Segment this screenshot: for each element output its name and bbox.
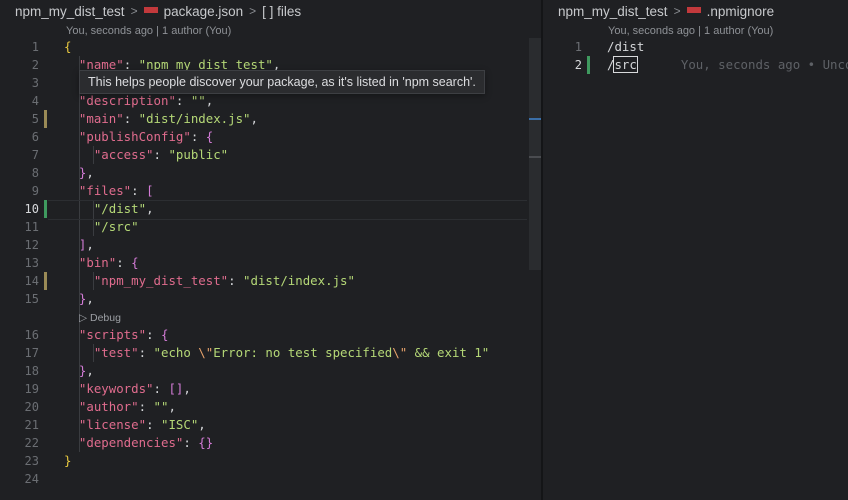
json-key: "publishConfig" — [78, 129, 191, 144]
json-key: "dependencies" — [78, 435, 184, 450]
json-key: "keywords" — [78, 381, 154, 396]
line-number: 15 — [24, 292, 39, 306]
overview-ruler-marker — [529, 118, 541, 120]
breadcrumb: npm_my_dist_test > package.json > [ ] fi… — [15, 0, 301, 22]
breadcrumb: npm_my_dist_test > .npmignore — [558, 0, 774, 22]
json-key: "author" — [78, 399, 139, 414]
breadcrumb-symbol[interactable]: [ ] files — [262, 4, 301, 19]
json-key: "access" — [93, 147, 154, 162]
ignore-entry: /dist — [607, 39, 645, 54]
hover-tooltip: This helps people discover your package,… — [79, 70, 485, 94]
chevron-right-icon: > — [249, 4, 257, 18]
breadcrumb-folder[interactable]: npm_my_dist_test — [15, 4, 125, 19]
chevron-right-icon: > — [673, 4, 681, 18]
json-value: "public" — [168, 147, 229, 162]
json-key: "main" — [78, 111, 124, 126]
inline-git-blame: You, seconds ago • Unco — [680, 57, 848, 72]
line-number: 21 — [24, 418, 39, 432]
line-number: 24 — [24, 472, 39, 486]
line-number: 13 — [24, 256, 39, 270]
json-key: "scripts" — [78, 327, 147, 342]
line-number-active: 10 — [24, 202, 39, 216]
vertical-scrollbar[interactable] — [529, 38, 541, 270]
json-value: "" — [153, 399, 169, 414]
line-number: 19 — [24, 382, 39, 396]
line-number: 18 — [24, 364, 39, 378]
git-blame-codelens[interactable]: You, seconds ago | 1 author (You) — [608, 25, 773, 37]
line-number: 8 — [31, 166, 39, 180]
json-value: "ISC" — [160, 417, 199, 432]
json-key: "test" — [93, 345, 139, 360]
json-value: "" — [190, 93, 206, 108]
line-number: 12 — [24, 238, 39, 252]
json-value: "dist/index.js" — [138, 111, 251, 126]
line-number: 4 — [31, 94, 39, 108]
line-number: 1 — [31, 40, 39, 54]
line-number: 9 — [31, 184, 39, 198]
line-number: 7 — [31, 148, 39, 162]
json-key: "files" — [78, 183, 132, 198]
json-value: Error: no test specified — [213, 345, 393, 360]
breadcrumb-file[interactable]: .npmignore — [707, 4, 775, 19]
line-number: 17 — [24, 346, 39, 360]
line-number: 23 — [24, 454, 39, 468]
line-number: 16 — [24, 328, 39, 342]
line-number: 1 — [574, 40, 582, 54]
line-number: 3 — [31, 76, 39, 90]
json-key: "description" — [78, 93, 176, 108]
editor-pane-npmignore[interactable]: npm_my_dist_test > .npmignore You, secon… — [543, 0, 848, 500]
line-number: 5 — [31, 112, 39, 126]
json-value: "/src" — [93, 219, 139, 234]
debug-codelens[interactable]: ▷ Debug — [79, 312, 121, 324]
breadcrumb-folder[interactable]: npm_my_dist_test — [558, 4, 668, 19]
npm-icon — [143, 7, 158, 13]
escape-sequence: \" — [198, 345, 214, 360]
overview-ruler-marker — [529, 156, 541, 158]
git-blame-codelens[interactable]: You, seconds ago | 1 author (You) — [66, 25, 231, 37]
json-key: "license" — [78, 417, 147, 432]
json-value: "/dist" — [93, 201, 147, 216]
breadcrumb-file[interactable]: package.json — [164, 4, 244, 19]
word-highlight: src — [613, 56, 638, 73]
line-number: 11 — [24, 220, 39, 234]
line-number-active: 2 — [574, 58, 582, 72]
escape-sequence: \" — [392, 345, 408, 360]
line-number: 22 — [24, 436, 39, 450]
line-number: 6 — [31, 130, 39, 144]
json-key: "bin" — [78, 255, 117, 270]
json-key: "npm_my_dist_test" — [93, 273, 229, 288]
npm-icon — [686, 7, 701, 13]
line-number: 20 — [24, 400, 39, 414]
json-value: && exit 1" — [407, 345, 490, 360]
json-value: "echo — [153, 345, 199, 360]
line-number: 14 — [24, 274, 39, 288]
editor-pane-package-json[interactable]: npm_my_dist_test > package.json > [ ] fi… — [0, 0, 541, 500]
json-value: "dist/index.js" — [243, 273, 355, 288]
chevron-right-icon: > — [130, 4, 138, 18]
line-number: 2 — [31, 58, 39, 72]
